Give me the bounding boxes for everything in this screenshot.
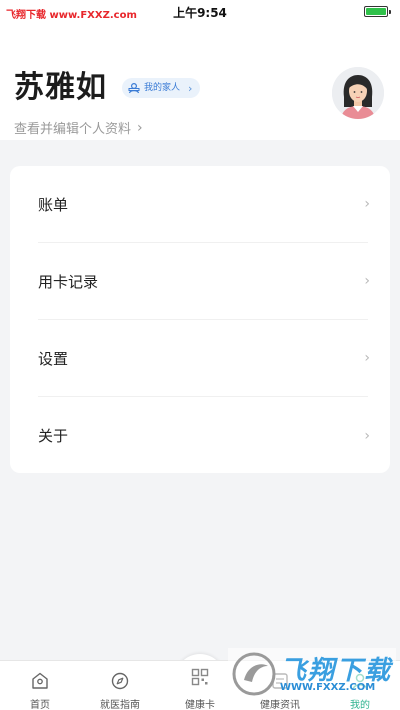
- menu-item-card-records[interactable]: 用卡记录 ›: [38, 243, 370, 320]
- menu-item-about[interactable]: 关于 ›: [38, 397, 370, 474]
- battery-icon: [364, 6, 391, 17]
- watermark-url: WWW.FXXZ.COM: [280, 682, 376, 693]
- menu-card: 账单 › 用卡记录 › 设置 › 关于 ›: [10, 166, 390, 473]
- edit-profile-link[interactable]: 查看并编辑个人资料 ›: [14, 118, 143, 138]
- family-icon: [128, 82, 140, 94]
- chevron-right-icon: ›: [188, 81, 193, 95]
- status-bar: 飞翔下载 www.FXXZ.com 上午9:54: [0, 0, 400, 24]
- menu-item-label: 设置: [38, 349, 69, 368]
- tab-label: 就医指南: [100, 700, 140, 710]
- user-name: 苏雅如: [14, 70, 107, 105]
- compass-icon: [111, 672, 129, 690]
- my-family-label: 我的家人: [144, 83, 181, 93]
- menu-item-settings[interactable]: 设置 ›: [38, 320, 370, 397]
- watermark-logo-icon: [232, 652, 276, 696]
- menu-item-label: 用卡记录: [38, 272, 99, 291]
- watermark-logo: 飞翔下载 WWW.FXXZ.COM: [228, 648, 396, 700]
- chevron-right-icon: ›: [364, 427, 370, 444]
- profile-header: 苏雅如 我的家人 › 查看并编辑个人资料 ›: [0, 24, 400, 140]
- user-avatar-icon: [332, 67, 384, 119]
- chevron-right-icon: ›: [364, 196, 370, 212]
- menu-item-label: 关于: [38, 427, 69, 445]
- status-time: 上午9:54: [173, 6, 227, 20]
- edit-profile-label: 查看并编辑个人资料: [14, 122, 132, 137]
- tab-label: 首页: [30, 700, 50, 710]
- chevron-right-icon: ›: [137, 119, 143, 136]
- tab-medical-guide[interactable]: 就医指南: [80, 661, 160, 710]
- menu-item-bill[interactable]: 账单 ›: [38, 166, 370, 243]
- avatar[interactable]: [332, 67, 384, 119]
- tab-home[interactable]: 首页: [0, 661, 80, 710]
- menu-item-label: 账单: [38, 195, 69, 214]
- chevron-right-icon: ›: [364, 350, 370, 366]
- qr-code-icon: [191, 668, 209, 686]
- home-icon: [32, 672, 48, 689]
- chevron-right-icon: ›: [364, 273, 370, 289]
- my-family-button[interactable]: 我的家人 ›: [122, 78, 201, 98]
